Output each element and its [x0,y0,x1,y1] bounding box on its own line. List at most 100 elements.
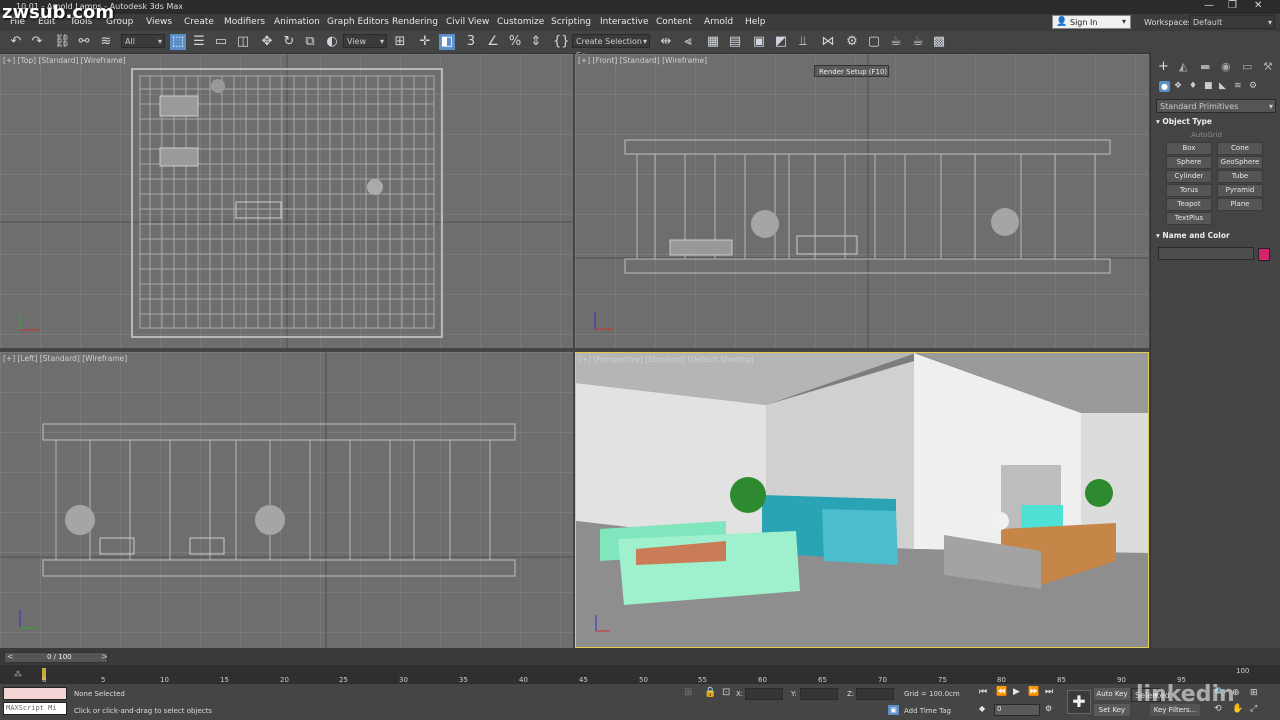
link-icon[interactable]: ⛓ [54,34,71,50]
workspace-select[interactable]: Default [1189,15,1275,30]
viewport-label-perspective[interactable]: [+] [Perspective] [Standard] [Default Sh… [579,355,754,364]
systems-icon[interactable]: ⚙ [1249,81,1257,91]
name-color-rollout[interactable]: ▾ Name and Color [1156,230,1276,242]
textplus-button[interactable]: TextPlus [1166,212,1212,225]
geosphere-button[interactable]: GeoSphere [1217,156,1263,169]
rotate-icon[interactable]: ↻ [281,34,297,50]
menu-civil-view[interactable]: Civil View [446,17,489,27]
cone-button[interactable]: Cone [1217,142,1263,155]
selection-filter[interactable]: All [121,34,165,49]
selection-lock-icon[interactable]: 🔒 [704,687,716,698]
goto-end-icon[interactable]: ⏭ [1045,687,1053,697]
render-setup-icon[interactable]: ⚙ [844,34,860,50]
mirror-icon[interactable]: ⇹ [658,34,674,50]
set-key-button[interactable]: Set Key [1094,704,1130,716]
menu-graph-editors[interactable]: Graph Editors [327,17,389,27]
z-coordinate-field[interactable] [856,688,894,700]
menu-rendering[interactable]: Rendering [392,17,438,27]
object-name-field[interactable] [1158,247,1254,260]
menu-views[interactable]: Views [146,17,172,27]
lights-icon[interactable]: ♦ [1189,81,1197,91]
signin-button[interactable]: 👤 Sign In ▾ [1052,15,1131,29]
layer-explorer-icon[interactable]: ▤ [727,34,743,50]
geometry-icon[interactable]: ● [1159,81,1170,92]
motion-tab-icon[interactable]: ◉ [1221,60,1231,73]
x-coordinate-field[interactable] [745,688,783,700]
ribbon-icon[interactable]: ▣ [751,34,767,50]
object-color-swatch[interactable] [1258,248,1270,261]
next-frame-icon[interactable]: ⏩ [1028,687,1039,697]
time-slider[interactable]: < 0 / 100 > [4,652,108,663]
menu-arnold[interactable]: Arnold [704,17,733,27]
bind-spacewarp-icon[interactable]: ≋ [98,34,114,50]
set-key-icon[interactable]: ✚ [1067,690,1091,714]
close-icon[interactable]: ✕ [1254,0,1262,11]
box-button[interactable]: Box [1166,142,1212,155]
viewport-front[interactable]: [+] [Front] [Standard] [Wireframe] [575,54,1149,348]
placement-icon[interactable]: ◐ [324,34,340,50]
spacewarps-icon[interactable]: ≋ [1234,81,1242,91]
cameras-icon[interactable]: ■ [1204,81,1213,91]
helpers-icon[interactable]: ◣ [1219,81,1226,91]
pyramid-button[interactable]: Pyramid [1217,184,1263,197]
time-config-icon[interactable]: ⚙ [1045,704,1052,713]
align-icon[interactable]: ⫷ [680,34,696,50]
render-iterative-icon[interactable]: ☕ [910,34,926,50]
keyboard-shortcut-override-icon[interactable]: ◧ [439,34,455,50]
percent-snap-icon[interactable]: % [507,34,523,50]
edit-named-selection-icon[interactable]: {} [553,34,570,50]
modify-tab-icon[interactable]: ◭ [1179,60,1187,73]
torus-button[interactable]: Torus [1166,184,1212,197]
select-by-name-icon[interactable]: ☰ [191,34,207,50]
autogrid-checkbox[interactable]: AutoGrid [1191,131,1222,139]
add-time-tag[interactable]: Add Time Tag [904,707,951,715]
render-production-icon[interactable]: ☕ [888,34,904,50]
maximize-viewport-icon[interactable]: ⤢ [1250,704,1257,714]
play-icon[interactable]: ▶ [1013,687,1020,697]
ref-coord-select[interactable]: View [343,34,387,49]
menu-modifiers[interactable]: Modifiers [224,17,265,27]
maxscript-mini-listener[interactable]: MAXScript Mi [3,702,67,715]
absolute-mode-icon[interactable]: ⊡ [722,687,730,698]
key-mode-icon[interactable]: ◆ [979,704,985,713]
menu-content[interactable]: Content [656,17,692,27]
zoom-extents-icon[interactable]: ⊞ [1250,688,1258,698]
curve-editor-icon[interactable]: ◩ [773,34,789,50]
current-frame-field[interactable]: 0 [994,704,1040,716]
pivot-center-icon[interactable]: ⊞ [392,34,408,50]
time-tag-icon[interactable]: ▣ [888,705,899,715]
spinner-snap-icon[interactable]: ⇕ [528,34,544,50]
shapes-icon[interactable]: ❖ [1174,81,1182,91]
menu-customize[interactable]: Customize [497,17,544,27]
viewport-perspective[interactable]: [+] [Perspective] [Standard] [Default Sh… [575,352,1149,648]
scale-icon[interactable]: ⧉ [302,34,318,50]
maxscript-listener-pink[interactable] [3,687,67,700]
time-prev-icon[interactable]: < [7,652,14,661]
move-icon[interactable]: ✥ [259,34,275,50]
redo-icon[interactable]: ↷ [29,34,45,50]
rect-selection-icon[interactable]: ▭ [213,34,229,50]
time-next-icon[interactable]: > [101,652,108,661]
scene-explorer-icon[interactable]: ▦ [705,34,721,50]
display-tab-icon[interactable]: ▭ [1242,60,1252,73]
menu-create[interactable]: Create [184,17,214,27]
utilities-tab-icon[interactable]: ⚒ [1263,60,1273,73]
menu-help[interactable]: Help [745,17,766,27]
undo-icon[interactable]: ↶ [8,34,24,50]
named-selection-set[interactable]: Create Selection Se [572,34,650,60]
menu-interactive[interactable]: Interactive [600,17,648,27]
window-crossing-icon[interactable]: ◫ [235,34,251,50]
hierarchy-tab-icon[interactable]: ▬ [1200,60,1210,73]
plane-button[interactable]: Plane [1217,198,1263,211]
snap-toggle-icon[interactable]: 3 [463,34,479,50]
select-object-icon[interactable]: ⬚ [170,34,186,50]
viewport-left[interactable]: [+] [Left] [Standard] [Wireframe] [0,352,573,648]
object-type-rollout[interactable]: ▾ Object Type [1156,116,1276,128]
auto-key-button[interactable]: Auto Key [1094,688,1130,700]
sphere-button[interactable]: Sphere [1166,156,1212,169]
tube-button[interactable]: Tube [1217,170,1263,183]
render-to-texture-icon[interactable]: ▩ [931,34,947,50]
rendered-frame-window-icon[interactable]: ▢ [866,34,882,50]
isolate-selection-icon[interactable]: ⊞ [684,687,692,698]
object-category-select[interactable]: Standard Primitives [1156,99,1276,114]
